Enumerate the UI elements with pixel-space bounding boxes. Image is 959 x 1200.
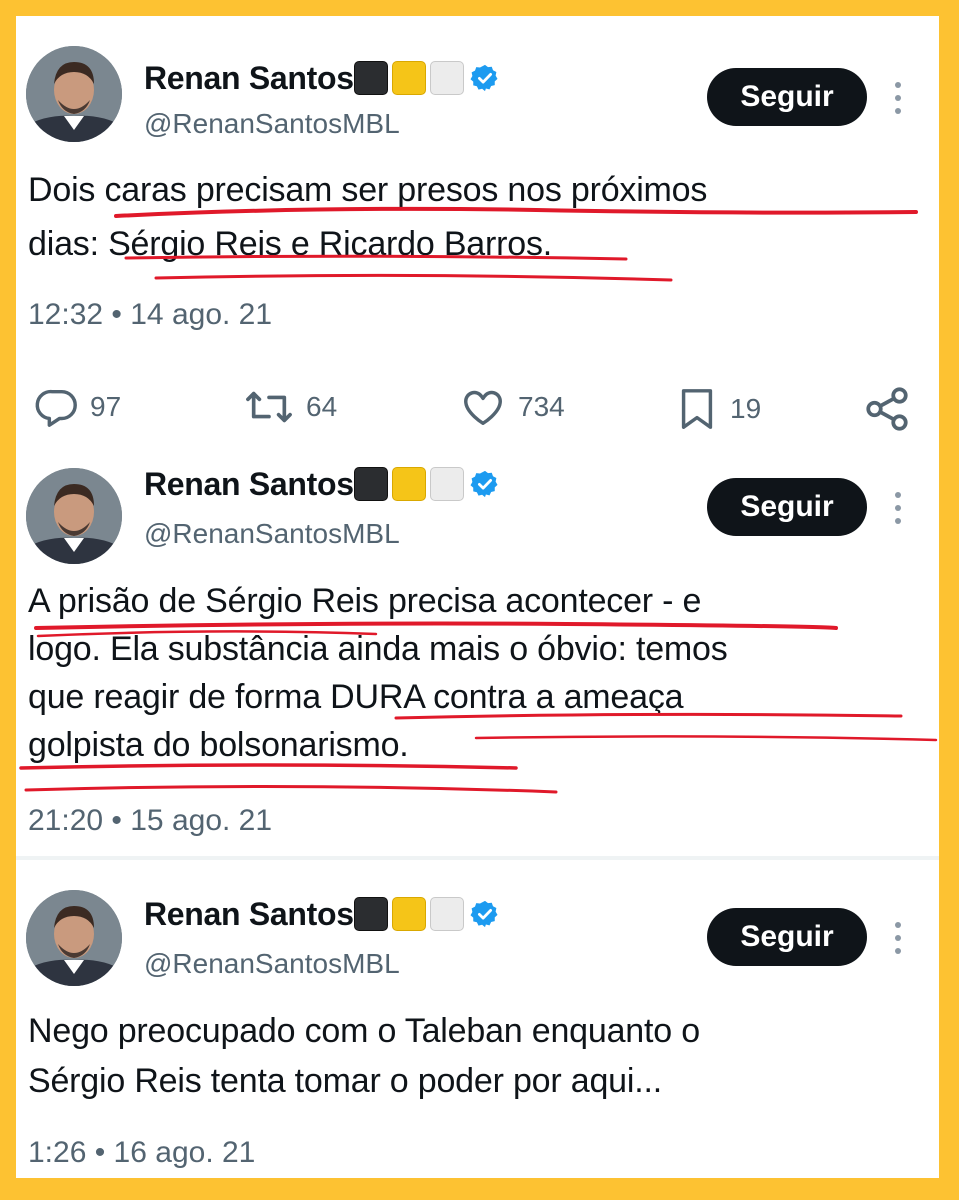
underline-mark (24, 784, 558, 794)
verified-badge-icon (470, 900, 498, 928)
yellow-square-emoji (391, 61, 426, 95)
author-handle[interactable]: @RenanSantosMBL (144, 948, 400, 980)
heart-icon (464, 390, 502, 426)
reply-icon (35, 389, 77, 427)
yellow-square-emoji (391, 467, 426, 501)
bookmark-button[interactable]: 19 (674, 384, 761, 434)
white-square-emoji (429, 61, 464, 95)
author-handle[interactable]: @RenanSantosMBL (144, 108, 400, 140)
screenshot-collage: Renan Santos @RenanSantosMBL Seguir Dois… (16, 16, 939, 1178)
black-square-emoji (353, 897, 388, 931)
tweet-text-line: golpista do bolsonarismo. (28, 726, 409, 764)
tweet-text-line: A prisão de Sérgio Reis precisa acontece… (28, 582, 702, 620)
share-icon (866, 387, 908, 431)
reply-button[interactable]: 97 (34, 384, 121, 430)
avatar[interactable] (26, 468, 122, 564)
black-square-emoji (353, 467, 388, 501)
more-options-icon[interactable] (886, 916, 910, 960)
author-handle[interactable]: @RenanSantosMBL (144, 518, 400, 550)
follow-button[interactable]: Seguir (707, 478, 867, 536)
underline-mark (474, 735, 938, 742)
underline-mark (34, 621, 838, 630)
avatar[interactable] (26, 46, 122, 142)
author-name[interactable]: Renan Santos (144, 466, 354, 503)
more-options-icon[interactable] (886, 76, 910, 120)
retweet-icon (246, 391, 292, 423)
retweet-count: 64 (306, 391, 338, 422)
underline-mark (154, 273, 673, 282)
black-square-emoji (353, 61, 388, 95)
tweet-text-line: Dois caras precisam ser presos nos próxi… (28, 171, 708, 209)
verified-badge-icon (470, 470, 498, 498)
tweet-actions: 97 64 734 19 (16, 378, 939, 438)
tweet-text-line: Sérgio Reis tenta tomar o poder por aqui… (28, 1062, 662, 1100)
share-button[interactable] (862, 384, 922, 434)
author-row: Renan Santos (144, 464, 500, 504)
tweet-text-line: que reagir de forma DURA contra a ameaça (28, 678, 684, 716)
author-row: Renan Santos (144, 894, 500, 934)
tweet-text-line: dias: Sérgio Reis e Ricardo Barros. (28, 225, 553, 263)
like-button[interactable]: 734 (458, 384, 565, 430)
avatar[interactable] (26, 890, 122, 986)
verified-badge-icon (470, 64, 498, 92)
underline-mark (19, 763, 518, 770)
like-count: 734 (518, 391, 565, 422)
more-options-icon[interactable] (886, 486, 910, 530)
tweet-text-line: Nego preocupado com o Taleban enquanto o (28, 1012, 700, 1050)
tweet-timestamp[interactable]: 1:26 • 16 ago. 21 (28, 1136, 255, 1170)
tweet-timestamp[interactable]: 12:32 • 14 ago. 21 (28, 298, 272, 332)
author-name[interactable]: Renan Santos (144, 896, 354, 933)
follow-button[interactable]: Seguir (707, 908, 867, 966)
divider (16, 856, 939, 860)
author-row: Renan Santos (144, 58, 500, 98)
bookmark-icon (681, 389, 713, 429)
retweet-button[interactable]: 64 (242, 384, 337, 430)
reply-count: 97 (90, 391, 122, 422)
author-name[interactable]: Renan Santos (144, 60, 354, 97)
yellow-square-emoji (391, 897, 426, 931)
follow-button[interactable]: Seguir (707, 68, 867, 126)
tweet-text-line: logo. Ela substância ainda mais o óbvio:… (28, 630, 728, 668)
tweet-timestamp[interactable]: 21:20 • 15 ago. 21 (28, 804, 272, 838)
bookmark-count: 19 (730, 393, 762, 424)
white-square-emoji (429, 467, 464, 501)
white-square-emoji (429, 897, 464, 931)
